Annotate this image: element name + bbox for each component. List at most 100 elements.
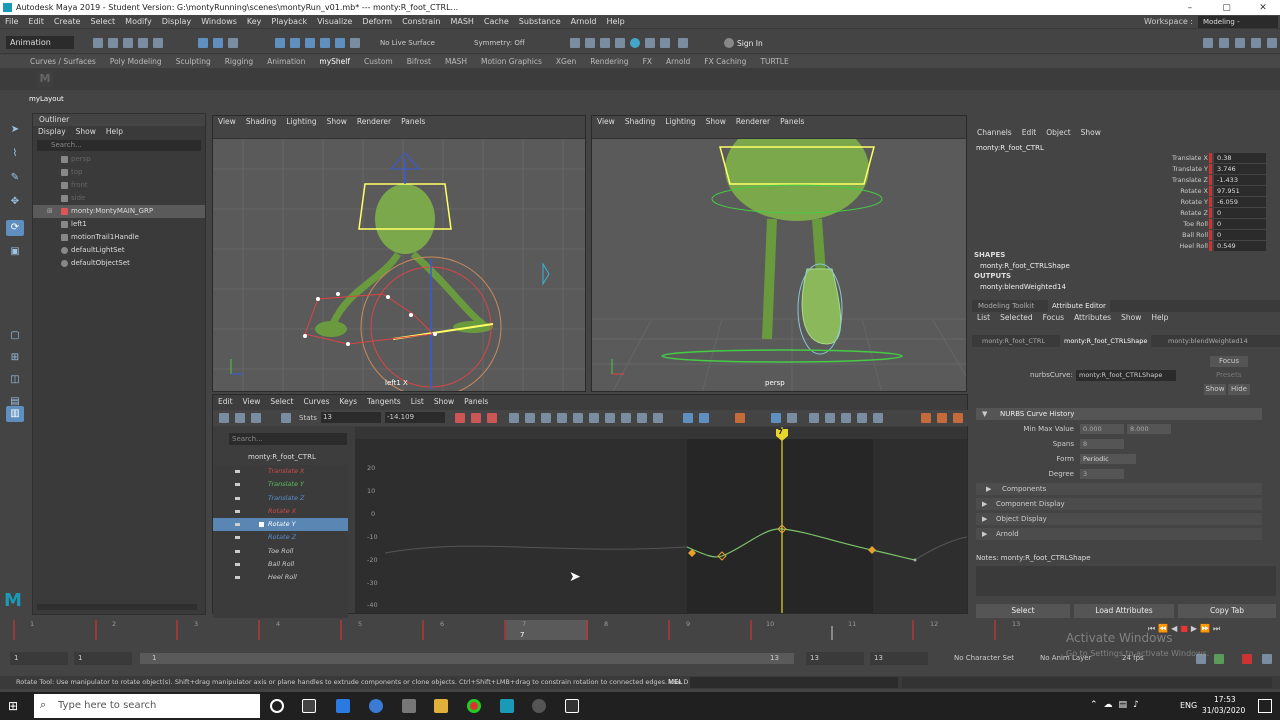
stats-frame-field[interactable]: 13 (321, 412, 381, 423)
expand-icon[interactable]: ⊞ (47, 205, 53, 218)
tab-modeling-toolkit[interactable]: Modeling Toolkit (978, 302, 1034, 310)
move-tool-icon[interactable]: ✥ (6, 194, 24, 210)
history-icon[interactable] (570, 38, 580, 48)
paint-select-icon[interactable]: ✎ (6, 170, 24, 186)
lattice-key-icon[interactable] (251, 413, 261, 423)
ge-menu-list[interactable]: List (406, 396, 429, 408)
taskbar-search-input[interactable]: Type here to search (34, 694, 260, 718)
close-button[interactable]: ✕ (1246, 1, 1280, 16)
ge-menu-select[interactable]: Select (265, 396, 298, 408)
character-set-dropdown[interactable]: No Character Set (954, 654, 1014, 662)
photos-icon[interactable] (565, 699, 579, 713)
rotate-tool-icon[interactable]: ⟳ (6, 220, 24, 236)
two-view-icon[interactable]: ◫ (6, 372, 24, 388)
scale-tool-icon[interactable]: ▣ (6, 244, 24, 260)
menu-deform[interactable]: Deform (357, 15, 397, 29)
shelf-tab-myshelf[interactable]: myShelf (312, 55, 357, 68)
viewport-right[interactable]: View Shading Lighting Show Renderer Panels pe… (591, 115, 967, 392)
auto-key-icon[interactable] (1214, 654, 1224, 664)
settings-gear-icon[interactable] (402, 699, 416, 713)
ge-menu-keys[interactable]: Keys (335, 396, 363, 408)
unify-tangent-icon[interactable] (589, 413, 599, 423)
insert-key-icon[interactable] (235, 413, 245, 423)
denormalize-icon[interactable] (699, 413, 709, 423)
attribute-editor-icon[interactable] (1219, 38, 1229, 48)
pause-icon[interactable] (678, 38, 688, 48)
ae-node-name-field[interactable]: monty:R_foot_CTRLShape (1076, 370, 1176, 381)
outliner-item[interactable]: persp (33, 153, 205, 166)
maximize-button[interactable]: ▢ (1209, 1, 1243, 16)
layer-editor-icon[interactable] (1267, 38, 1277, 48)
ge-channel-item[interactable]: Rotate Z (213, 531, 348, 544)
hypershade-icon[interactable] (630, 38, 640, 48)
play-icon[interactable]: ▶ (1191, 624, 1200, 633)
buffer-curve-icon[interactable] (637, 413, 647, 423)
lasso-tool-icon[interactable]: ⌇ (6, 146, 24, 162)
time-snap-icon[interactable] (771, 413, 781, 423)
menu-select[interactable]: Select (85, 15, 120, 29)
shelf-m-icon[interactable]: M (37, 71, 53, 87)
menu-edit[interactable]: Edit (23, 15, 49, 29)
cortana-icon[interactable] (270, 699, 284, 713)
ge-channel-item[interactable]: Translate Y (213, 478, 348, 491)
ae-select-button[interactable]: Select (976, 604, 1070, 618)
inner-end-field[interactable]: 13 (806, 652, 864, 665)
shelf-tab-rigging[interactable]: Rigging (218, 55, 260, 68)
break-tangent-icon[interactable] (573, 413, 583, 423)
ae-hide-button[interactable]: Hide (1228, 384, 1250, 395)
inner-start-field[interactable]: 1 (74, 652, 132, 665)
move-key-icon[interactable] (219, 413, 229, 423)
cb-attr-field[interactable]: 3.746 (1209, 164, 1266, 174)
render-settings-icon[interactable] (615, 38, 625, 48)
viewport-left[interactable]: View Shading Lighting Show Renderer Panels le… (212, 115, 586, 392)
maya-taskbar-icon[interactable] (500, 699, 514, 713)
select-tool-icon[interactable]: ➤ (6, 122, 24, 138)
ge-menu-edit[interactable]: Edit (213, 396, 238, 408)
isolate-curve-icon[interactable] (735, 413, 745, 423)
four-view-icon[interactable]: ⊞ (6, 350, 24, 366)
outliner-item[interactable]: defaultObjectSet (33, 257, 205, 270)
save-scene-icon[interactable] (123, 38, 133, 48)
word-icon[interactable] (369, 699, 383, 713)
center-time-icon[interactable] (841, 413, 851, 423)
channel-box-icon[interactable] (1251, 38, 1261, 48)
redo-icon[interactable] (153, 38, 163, 48)
single-view-icon[interactable]: ▢ (6, 328, 24, 344)
vp1-menu-show[interactable]: Show (322, 116, 352, 127)
ge-channel-item[interactable]: Rotate Y (213, 518, 348, 532)
shelf-tab-turtle[interactable]: TURTLE (753, 55, 795, 68)
windows-start-icon[interactable]: ⊞ (8, 699, 22, 713)
menu-constrain[interactable]: Constrain (397, 15, 445, 29)
shelf-tab-mash[interactable]: MASH (438, 55, 474, 68)
cb-attr-field[interactable]: 0 (1209, 208, 1266, 218)
clock-time[interactable]: 17:53 (1214, 695, 1236, 704)
app-icon[interactable] (532, 699, 546, 713)
undo-icon[interactable] (138, 38, 148, 48)
cb-attr-field[interactable]: 0.38 (1209, 153, 1266, 163)
ae-menu-list[interactable]: List (972, 312, 995, 324)
vp2-menu-lighting[interactable]: Lighting (660, 116, 700, 127)
minimize-button[interactable]: – (1173, 1, 1207, 16)
node-tab[interactable]: monty:blendWeighted14 (1168, 337, 1248, 345)
ae-spans-field[interactable]: 8 (1080, 439, 1124, 449)
volume-icon[interactable]: ♪ (1133, 700, 1145, 710)
chrome-icon[interactable] (467, 699, 481, 713)
outliner-item[interactable]: front (33, 179, 205, 192)
vp2-menu-shading[interactable]: Shading (620, 116, 660, 127)
cb-menu-show[interactable]: Show (1076, 127, 1106, 139)
plateau-tangent-icon[interactable] (557, 413, 567, 423)
graph-layout-icon[interactable]: ▥ (6, 406, 24, 422)
vp2-menu-show[interactable]: Show (701, 116, 731, 127)
ae-degree-field[interactable]: 3 (1080, 469, 1124, 479)
ae-section-nurbs-history[interactable]: ▼ NURBS Curve History (976, 408, 1262, 420)
cb-attr-field[interactable]: -1.433 (1209, 175, 1266, 185)
node-tab-active[interactable]: monty:R_foot_CTRLShape (1060, 335, 1152, 347)
shelf-tab-curves[interactable]: Curves / Surfaces (0, 55, 103, 68)
render-view-icon[interactable] (645, 38, 655, 48)
graph-options-icon[interactable] (953, 413, 963, 423)
ge-menu-view[interactable]: View (238, 396, 266, 408)
shelf-tab-sculpting[interactable]: Sculpting (169, 55, 218, 68)
mel-command-input[interactable] (690, 677, 898, 688)
stop-icon[interactable]: ■ (1180, 624, 1191, 633)
ae-menu-show[interactable]: Show (1116, 312, 1146, 324)
